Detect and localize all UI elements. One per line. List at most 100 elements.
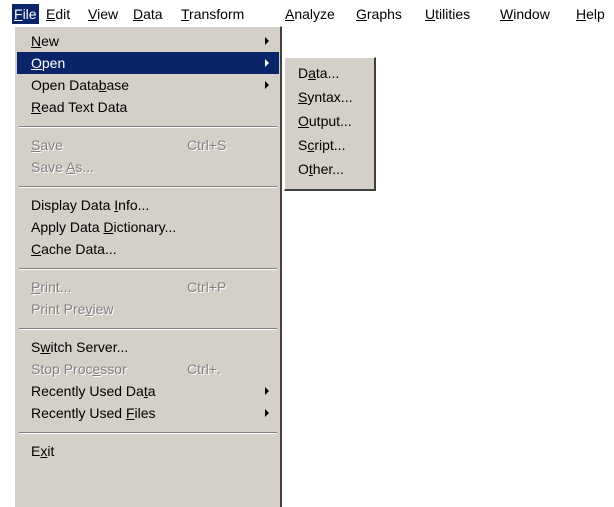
menu-label-accel: D — [133, 6, 144, 22]
menu-item-apply-data-dictionary[interactable]: Apply Data Dictionary... — [17, 216, 279, 238]
item-label-post: ssor — [100, 361, 127, 377]
menu-separator — [19, 186, 277, 188]
menu-separator — [19, 126, 277, 128]
item-label-pre: O — [298, 161, 309, 177]
item-label-accel: O — [31, 55, 42, 71]
menu-item-cache-data[interactable]: Cache Data... — [17, 238, 279, 260]
menu-item-print: Print... Ctrl+P — [17, 276, 279, 298]
menu-item-new[interactable]: New — [17, 30, 279, 52]
menu-item-recently-used-data[interactable]: Recently Used Data — [17, 380, 279, 402]
open-submenu: Data... Syntax... Output... Script... Ot… — [284, 57, 376, 191]
item-label-post: s... — [75, 159, 95, 175]
menu-item-stop-processor: Stop Processor Ctrl+. — [17, 358, 279, 380]
menu-label-post: raphs — [366, 6, 402, 22]
menu-label-accel: G — [356, 6, 367, 22]
item-label-post: utput... — [308, 113, 352, 129]
submenu-item-syntax[interactable]: Syntax... — [287, 85, 373, 109]
menu-label-accel: H — [576, 6, 587, 22]
menu-separator — [19, 268, 277, 270]
item-label-accel: S — [31, 137, 41, 153]
submenu-arrow-icon — [265, 387, 269, 395]
menu-data[interactable]: Data — [131, 4, 165, 24]
menu-label-accel: E — [46, 6, 56, 22]
menu-label-accel: W — [500, 6, 514, 22]
item-label-post: ache Data... — [41, 241, 117, 257]
item-label-pre: E — [31, 443, 41, 459]
item-label-accel: F — [125, 405, 135, 421]
item-label-accel: R — [31, 99, 42, 115]
item-label-accel: b — [98, 77, 107, 93]
item-label-pre: Recently Used Da — [31, 383, 144, 399]
item-label-post: ead Text Data — [41, 99, 128, 115]
item-label-accel: D — [103, 219, 114, 235]
item-label-post: ript... — [314, 137, 346, 153]
menu-item-open[interactable]: Open — [17, 52, 279, 74]
item-label-post: a — [147, 383, 156, 399]
menu-label-post: ile — [22, 6, 37, 22]
item-label-pre: Stop Proc — [31, 361, 93, 377]
menu-graphs[interactable]: Graphs — [354, 4, 404, 24]
menu-label-post: elp — [586, 6, 605, 22]
submenu-item-data[interactable]: Data... — [287, 61, 373, 85]
item-label-post: rint... — [40, 279, 72, 295]
item-label-post: pen — [41, 55, 66, 71]
submenu-arrow-icon — [265, 59, 269, 67]
item-label-pre: S — [298, 137, 308, 153]
item-label-post: yntax... — [307, 89, 353, 105]
menu-separator — [19, 432, 277, 434]
menu-help[interactable]: Help — [574, 4, 607, 24]
submenu-item-other[interactable]: Other... — [287, 157, 373, 181]
menu-analyze[interactable]: Analyze — [283, 4, 337, 24]
menu-label-post: ata — [143, 6, 163, 22]
menu-view[interactable]: View — [86, 4, 120, 24]
menu-label-accel: T — [181, 6, 190, 22]
menu-transform[interactable]: Transform — [179, 4, 246, 24]
submenu-arrow-icon — [265, 81, 269, 89]
menu-item-display-data-info[interactable]: Display Data Info... — [17, 194, 279, 216]
item-label-pre: Print Pre — [31, 301, 86, 317]
menu-label-accel: U — [425, 6, 436, 22]
file-menu-dropdown: New Open Open Database Read Text Data Sa… — [14, 26, 282, 507]
menu-utilities[interactable]: Utilities — [423, 4, 472, 24]
submenu-item-script[interactable]: Script... — [287, 133, 373, 157]
menu-item-read-text-data[interactable]: Read Text Data — [17, 96, 279, 118]
menu-item-recently-used-files[interactable]: Recently Used Files — [17, 402, 279, 424]
item-label-post: her... — [312, 161, 344, 177]
item-label-pre: S — [31, 339, 41, 355]
menu-bar: File Edit View Data Transform Analyze Gr… — [0, 0, 614, 27]
item-label-post: iles — [134, 405, 156, 421]
item-label-accel: N — [31, 33, 42, 49]
menu-label-post: iew — [97, 6, 119, 22]
menu-label-accel: V — [88, 6, 98, 22]
menu-label-post: dit — [55, 6, 71, 22]
shortcut-label: Ctrl+P — [187, 279, 227, 295]
item-label-accel: P — [31, 279, 41, 295]
item-label-accel: O — [298, 113, 309, 129]
item-label-post: it — [47, 443, 55, 459]
item-label-post: ase — [106, 77, 130, 93]
item-label-accel: C — [31, 241, 42, 257]
menu-item-switch-server[interactable]: Switch Server... — [17, 336, 279, 358]
menu-separator — [19, 328, 277, 330]
submenu-arrow-icon — [265, 37, 269, 45]
item-label-accel: S — [298, 89, 308, 105]
item-label-pre: Display Data — [31, 197, 115, 213]
menu-file[interactable]: File — [12, 4, 39, 24]
item-label-pre: Open Data — [31, 77, 99, 93]
item-label-post: nfo... — [118, 197, 150, 213]
menu-item-exit[interactable]: Exit — [17, 440, 279, 462]
menu-label-post: nalyze — [294, 6, 335, 22]
item-label-post: ictionary... — [113, 219, 177, 235]
menu-item-open-database[interactable]: Open Database — [17, 74, 279, 96]
menu-label-post: ransform — [189, 6, 245, 22]
item-label-accel: w — [40, 339, 51, 355]
submenu-arrow-icon — [265, 409, 269, 417]
item-label-post: iew — [92, 301, 114, 317]
item-label-post: itch Server... — [50, 339, 129, 355]
menu-edit[interactable]: Edit — [44, 4, 72, 24]
submenu-item-output[interactable]: Output... — [287, 109, 373, 133]
menu-window[interactable]: Window — [498, 4, 552, 24]
shortcut-label: Ctrl+S — [187, 137, 227, 153]
menu-label-post: indow — [513, 6, 550, 22]
menu-item-save: Save Ctrl+S — [17, 134, 279, 156]
